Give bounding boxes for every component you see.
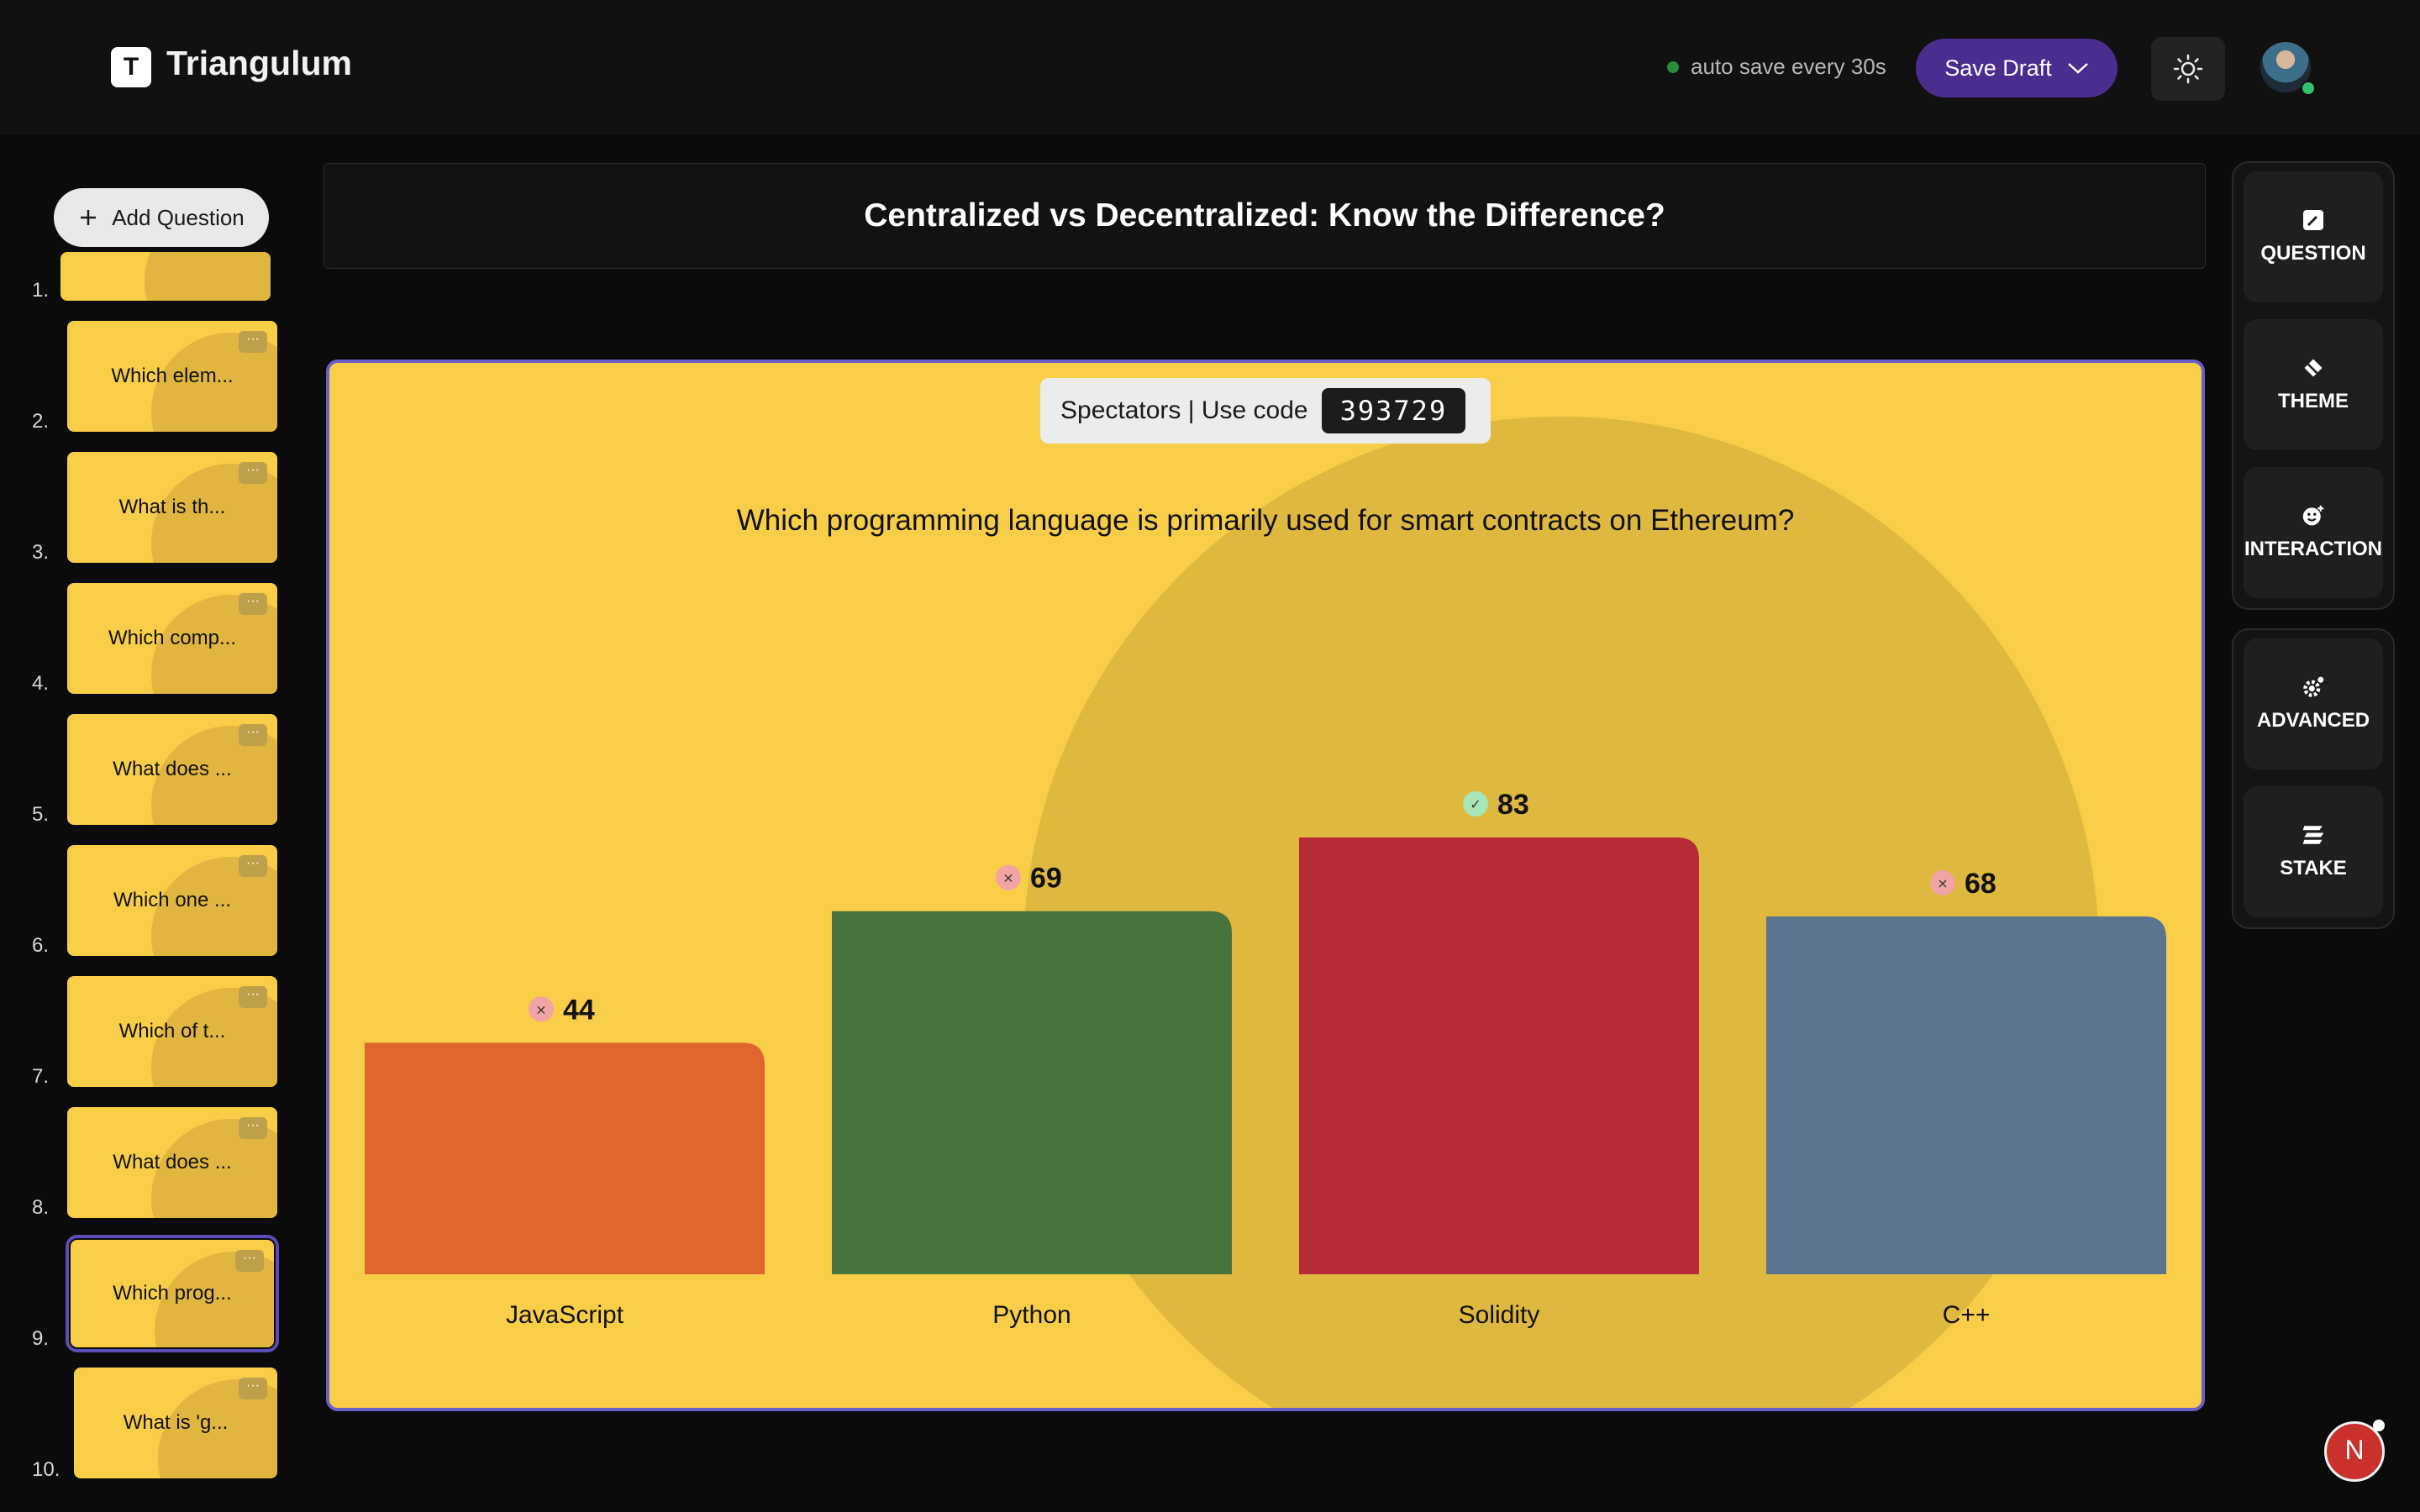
question-number: 1. — [32, 279, 50, 302]
app-logo[interactable]: T — [111, 47, 151, 87]
bar-python — [832, 911, 1232, 1274]
stake-tab-button[interactable]: STAKE — [2244, 786, 2383, 917]
question-thumb-label: What is th... — [118, 496, 226, 518]
question-thumb-label: What does ... — [113, 1151, 232, 1173]
interaction-tab-label: INTERACTION — [2244, 538, 2382, 560]
stake-tab-label: STAKE — [2280, 857, 2347, 879]
question-number: 3. — [32, 541, 50, 564]
question-number: 5. — [32, 803, 50, 826]
question-thumb-9-active[interactable]: Which prog... ··· — [66, 1235, 279, 1352]
plus-icon — [81, 210, 97, 225]
palette-icon — [2302, 356, 2325, 380]
theme-tab-label: THEME — [2278, 390, 2349, 412]
bar-value-label: 68 — [1965, 868, 1996, 900]
question-thumb-label: What is 'g... — [123, 1411, 229, 1434]
question-thumb-label: What does ... — [113, 758, 232, 780]
advanced-tab-button[interactable]: ADVANCED — [2244, 638, 2383, 769]
question-number: 4. — [32, 672, 50, 695]
edit-icon — [2302, 208, 2325, 232]
more-options-icon[interactable]: ··· — [239, 986, 267, 1008]
online-status-indicator — [2301, 81, 2316, 96]
bar-category-label: Solidity — [1459, 1301, 1540, 1329]
sun-icon — [2173, 54, 2203, 84]
autosave-status: auto save every 30s — [1667, 54, 1886, 80]
advanced-tab-label: ADVANCED — [2256, 709, 2370, 732]
question-number: 7. — [32, 1065, 50, 1088]
more-options-icon[interactable]: ··· — [239, 855, 267, 877]
theme-toggle-button[interactable] — [2151, 37, 2225, 101]
gear-icon — [2302, 675, 2325, 699]
more-options-icon[interactable]: ··· — [239, 1378, 267, 1399]
quiz-title-input[interactable]: Centralized vs Decentralized: Know the D… — [324, 163, 2206, 269]
question-thumb-5[interactable]: What does ... ··· — [67, 714, 277, 825]
panel-group-secondary: ADVANCED STAKE — [2232, 628, 2395, 929]
question-thumb-label: Which prog... — [113, 1282, 232, 1305]
notification-dot — [2373, 1420, 2385, 1431]
chevron-down-icon — [2067, 63, 2088, 74]
bar-solidity — [1299, 837, 1699, 1274]
more-options-icon[interactable]: ··· — [239, 331, 267, 353]
save-draft-label: Save Draft — [1944, 55, 2052, 81]
autosave-text: auto save every 30s — [1691, 54, 1886, 79]
question-thumb-4[interactable]: Which comp... ··· — [67, 583, 277, 694]
bar-c — [1766, 916, 2166, 1274]
status-dot-icon — [1667, 60, 1679, 73]
question-number: 6. — [32, 934, 50, 957]
more-options-icon[interactable]: ··· — [239, 724, 267, 746]
emoji-add-icon — [2302, 504, 2325, 528]
question-number: 2. — [32, 410, 50, 433]
more-options-icon[interactable]: ··· — [239, 462, 267, 484]
more-options-icon[interactable]: ··· — [239, 593, 267, 615]
question-number: 10. — [32, 1458, 60, 1481]
question-thumb-3[interactable]: What is th... ··· — [67, 452, 277, 563]
question-thumb-label: Which elem... — [111, 365, 234, 387]
theme-tab-button[interactable]: THEME — [2244, 319, 2383, 450]
add-question-button[interactable]: Add Question — [54, 188, 269, 247]
more-options-icon[interactable]: ··· — [239, 1117, 267, 1139]
results-bar-chart: JavaScript × 44 Python × 69 Solidity ✓ 83 C++ × 68 — [365, 789, 2166, 1329]
status-glyph: × — [1937, 875, 1948, 891]
question-thumb-10[interactable]: What is 'g... ··· — [74, 1368, 277, 1478]
app-title: Triangulum — [166, 44, 352, 82]
question-thumb-label: Which one ... — [113, 889, 232, 911]
question-thumb-6[interactable]: Which one ... ··· — [67, 845, 277, 956]
question-thumb-label: Which comp... — [108, 627, 237, 649]
question-thumb-1[interactable] — [60, 252, 271, 301]
panel-group-main: QUESTION THEME INTERACTION — [2232, 161, 2395, 610]
bar-value-label: 44 — [563, 994, 595, 1026]
top-header: T Triangulum auto save every 30s Save Dr… — [0, 0, 2420, 134]
interaction-tab-button[interactable]: INTERACTION — [2244, 467, 2383, 598]
bar-value-label: 83 — [1497, 789, 1529, 821]
question-thumb-2[interactable]: Which elem... ··· — [67, 321, 277, 432]
add-question-label: Add Question — [112, 204, 245, 230]
bar-javascript — [365, 1042, 765, 1274]
status-glyph: ✓ — [1470, 796, 1481, 812]
bar-category-label: Python — [992, 1301, 1071, 1329]
question-thumb-8[interactable]: What does ... ··· — [67, 1107, 277, 1218]
question-thumb-label: Which of t... — [118, 1020, 226, 1042]
bar-value-label: 69 — [1030, 863, 1062, 895]
save-draft-button[interactable]: Save Draft — [1916, 39, 2118, 97]
status-glyph: × — [1002, 870, 1013, 886]
bar-category-label: C++ — [1943, 1301, 1991, 1329]
question-tab-label: QUESTION — [2260, 242, 2366, 265]
bar-category-label: JavaScript — [506, 1301, 624, 1329]
question-number: 9. — [32, 1327, 50, 1350]
question-tab-button[interactable]: QUESTION — [2244, 171, 2383, 302]
question-thumb-7[interactable]: Which of t... ··· — [67, 976, 277, 1087]
stake-icon — [2302, 823, 2325, 847]
more-options-icon[interactable]: ··· — [235, 1250, 264, 1272]
slide-preview: Spectators | Use code 393729 Which progr… — [326, 360, 2205, 1411]
question-number: 8. — [32, 1196, 50, 1219]
status-glyph: × — [535, 1001, 546, 1017]
